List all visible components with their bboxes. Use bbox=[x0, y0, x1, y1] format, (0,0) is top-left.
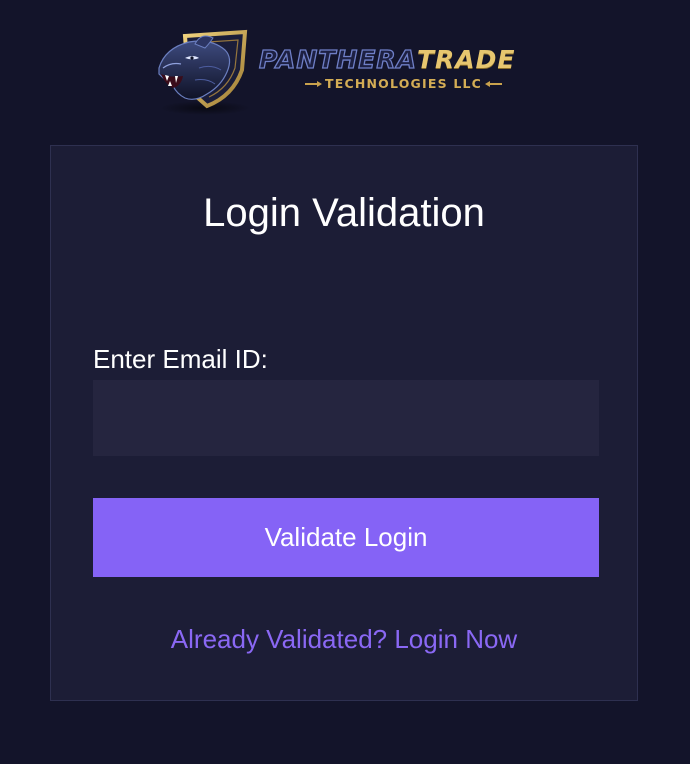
brand-tagline: TECHNOLOGIES LLC bbox=[325, 76, 483, 91]
validate-login-button[interactable]: Validate Login bbox=[93, 498, 599, 577]
login-validation-card: Login Validation Enter Email ID: Validat… bbox=[50, 145, 638, 701]
panther-shield-icon bbox=[158, 29, 250, 115]
email-field[interactable] bbox=[93, 380, 599, 456]
login-now-link[interactable]: Already Validated? Login Now bbox=[51, 624, 637, 654]
tagline-right-arrow-icon bbox=[485, 80, 503, 87]
tagline-left-arrow-icon bbox=[305, 80, 322, 87]
brand-name-part-2: TRADE bbox=[416, 45, 516, 74]
brand-wordmark: PANTHERA TRADE TECHNOLOGIES LLC bbox=[258, 45, 549, 106]
brand-logo: PANTHERA TRADE TECHNOLOGIES LLC bbox=[155, 28, 550, 116]
page-title: Login Validation bbox=[203, 191, 485, 235]
brand-name-part-1: PANTHERA bbox=[258, 45, 417, 74]
brand-tagline-row: TECHNOLOGIES LLC bbox=[305, 76, 505, 91]
email-label: Enter Email ID: bbox=[93, 344, 268, 374]
brand-name: PANTHERA TRADE bbox=[258, 45, 549, 74]
